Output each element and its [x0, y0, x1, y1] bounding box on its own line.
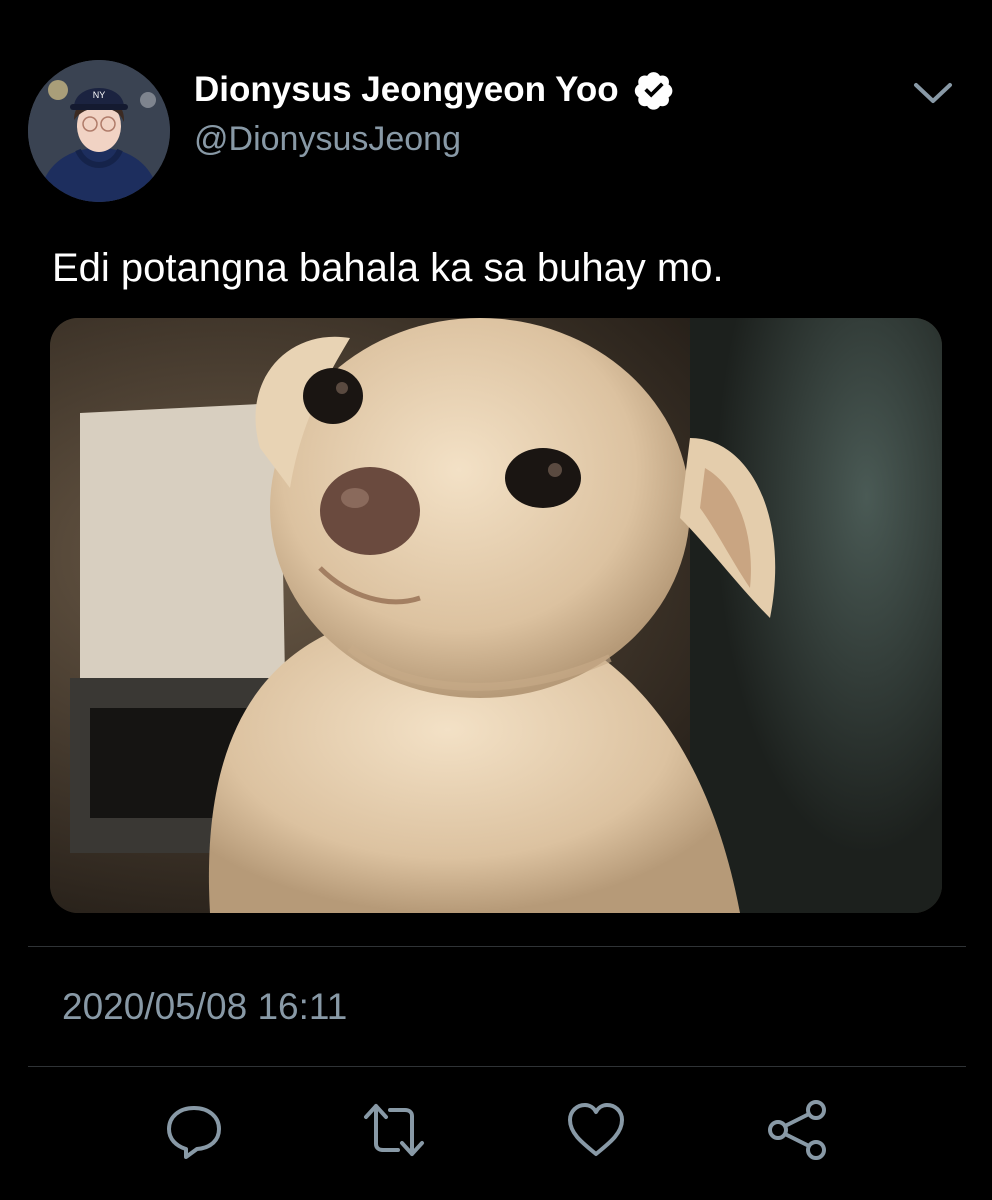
retweet-button[interactable] [362, 1098, 426, 1162]
share-icon [768, 1100, 826, 1160]
tweet-media[interactable] [50, 318, 942, 913]
author-name-row[interactable]: Dionysus Jeongyeon Yoo [194, 68, 675, 112]
avatar-image: NY [28, 60, 170, 202]
divider [28, 946, 966, 947]
author-handle[interactable]: @DionysusJeong [194, 120, 461, 159]
divider [28, 1066, 966, 1067]
dog-photo [50, 318, 942, 913]
verified-badge-icon [633, 69, 675, 111]
share-button[interactable] [766, 1098, 830, 1162]
timestamp[interactable]: 2020/05/08 16:11 [62, 986, 347, 1028]
avatar[interactable]: NY [28, 60, 170, 202]
tweet-text: Edi potangna bahala ka sa buhay mo. [52, 246, 724, 290]
retweet-icon [364, 1104, 424, 1156]
chevron-down-icon[interactable] [908, 76, 958, 110]
reply-icon [167, 1106, 221, 1159]
svg-text:NY: NY [93, 90, 106, 100]
action-bar [0, 1098, 992, 1168]
display-name[interactable]: Dionysus Jeongyeon Yoo [194, 70, 619, 110]
tweet: NY Dionysus Jeongyeon Yoo @DionysusJeong… [0, 0, 992, 1200]
heart-icon [568, 1103, 624, 1156]
reply-button[interactable] [162, 1098, 226, 1162]
like-button[interactable] [564, 1098, 628, 1162]
